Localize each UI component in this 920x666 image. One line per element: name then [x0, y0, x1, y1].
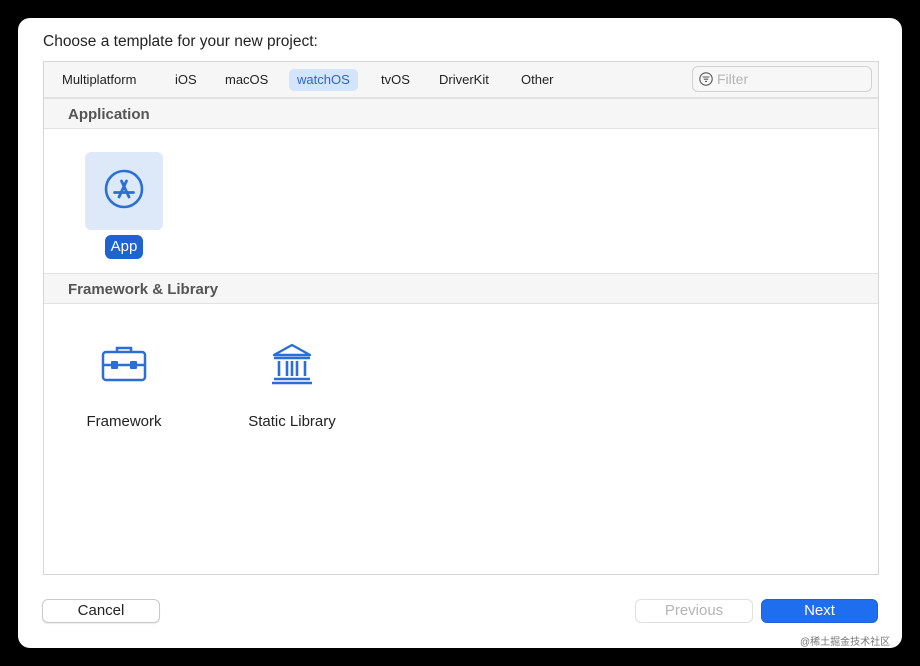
- platform-tab-bar: Multiplatform iOS macOS watchOS tvOS Dri…: [44, 62, 878, 98]
- tab-macos[interactable]: macOS: [217, 69, 276, 91]
- previous-button[interactable]: Previous: [635, 599, 753, 623]
- watermark-text: @稀土掘金技术社区: [800, 637, 891, 648]
- filter-field[interactable]: [692, 66, 872, 92]
- template-label-app: App: [104, 235, 144, 259]
- template-label-framework: Framework: [86, 413, 162, 430]
- toolbox-icon: [100, 344, 148, 389]
- template-app[interactable]: App: [64, 152, 184, 259]
- dialog-title: Choose a template for your new project:: [43, 33, 318, 50]
- template-tile[interactable]: [85, 152, 163, 230]
- tab-other[interactable]: Other: [513, 69, 562, 91]
- library-building-icon: [270, 342, 314, 391]
- filter-icon: [699, 72, 713, 91]
- section-header-framework-library: Framework & Library: [44, 273, 878, 304]
- template-label-static-library: Static Library: [248, 413, 336, 430]
- template-static-library[interactable]: Static Library: [232, 327, 352, 434]
- template-panel: Multiplatform iOS macOS watchOS tvOS Dri…: [43, 61, 879, 575]
- section-header-application: Application: [44, 98, 878, 129]
- tab-ios[interactable]: iOS: [167, 69, 205, 91]
- new-project-dialog: Choose a template for your new project: …: [18, 18, 902, 648]
- tab-driverkit[interactable]: DriverKit: [431, 69, 497, 91]
- template-tile[interactable]: [85, 327, 163, 405]
- tab-multiplatform[interactable]: Multiplatform: [54, 69, 144, 91]
- cancel-button[interactable]: Cancel: [42, 599, 160, 623]
- tab-tvos[interactable]: tvOS: [373, 69, 418, 91]
- filter-input[interactable]: [717, 70, 867, 88]
- template-framework[interactable]: Framework: [64, 327, 184, 434]
- next-button[interactable]: Next: [761, 599, 878, 623]
- tab-watchos[interactable]: watchOS: [289, 69, 358, 91]
- app-store-icon: [103, 168, 145, 215]
- template-tile[interactable]: [253, 327, 331, 405]
